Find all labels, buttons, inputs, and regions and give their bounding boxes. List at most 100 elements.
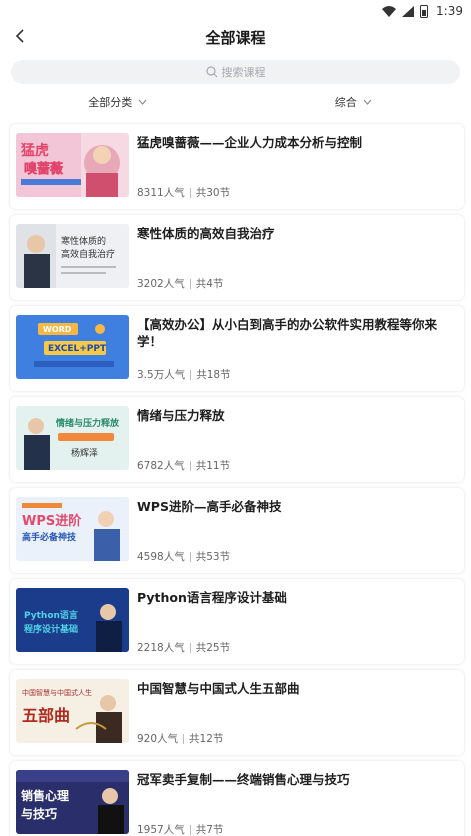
meta-divider bbox=[183, 733, 185, 744]
course-card[interactable]: 销售心理 与技巧 冠军卖手复制——终端销售心理与技巧 1957人气 共7节 bbox=[10, 761, 464, 836]
status-time: 1:39 bbox=[436, 4, 463, 18]
course-thumbnail: 寒性体质的 高效自我治疗 bbox=[16, 224, 129, 288]
course-lessons: 共12节 bbox=[189, 733, 224, 745]
meta-divider bbox=[189, 551, 191, 562]
course-title: 情绪与压力释放 bbox=[137, 408, 225, 423]
chevron-down-icon bbox=[363, 99, 372, 105]
course-info: 猛虎嗅蔷薇——企业人力成本分析与控制 8311人气 共30节 bbox=[137, 133, 456, 200]
svg-text:五部曲: 五部曲 bbox=[22, 706, 70, 725]
course-lessons: 共4节 bbox=[195, 278, 224, 290]
svg-text:杨辉泽: 杨辉泽 bbox=[71, 447, 98, 459]
course-meta: 4598人气 共53节 bbox=[137, 549, 456, 564]
meta-divider bbox=[190, 369, 192, 380]
course-info: 【高效办公】从小白到高手的办公软件实用教程等你来学！ 3.5万人气 共18节 bbox=[137, 315, 456, 382]
meta-divider bbox=[189, 278, 191, 289]
status-bar: 1:39 bbox=[0, 0, 471, 22]
course-meta: 1957人气 共7节 bbox=[137, 822, 456, 836]
course-meta: 2218人气 共25节 bbox=[137, 640, 456, 655]
battery-icon bbox=[420, 4, 429, 18]
chevron-left-icon[interactable] bbox=[10, 26, 30, 46]
course-title: WPS进阶—高手必备神技 bbox=[137, 499, 282, 514]
course-info: 中国智慧与中国式人生五部曲 920人气 共12节 bbox=[137, 679, 456, 746]
course-card[interactable]: Python语言 程序设计基础 Python语言程序设计基础 2218人气 共2… bbox=[10, 579, 464, 664]
course-thumbnail: 中国智慧与中国式人生 五部曲 bbox=[16, 679, 129, 743]
svg-text:程序设计基础: 程序设计基础 bbox=[24, 623, 78, 635]
course-meta: 8311人气 共30节 bbox=[137, 185, 456, 200]
course-popularity: 920人气 bbox=[137, 733, 179, 745]
course-thumbnail: 情绪与压力释放 杨辉泽 bbox=[16, 406, 129, 470]
svg-text:中国智慧与中国式人生: 中国智慧与中国式人生 bbox=[22, 688, 92, 697]
course-meta: 3.5万人气 共18节 bbox=[137, 367, 456, 382]
svg-text:猛虎: 猛虎 bbox=[20, 142, 49, 159]
svg-text:销售心理: 销售心理 bbox=[21, 788, 69, 803]
chevron-down-icon bbox=[138, 99, 147, 105]
course-thumbnail: Python语言 程序设计基础 bbox=[16, 588, 129, 652]
course-meta: 920人气 共12节 bbox=[137, 731, 456, 746]
course-popularity: 3202人气 bbox=[137, 278, 185, 290]
signal-icon bbox=[402, 5, 415, 17]
course-title: 寒性体质的高效自我治疗 bbox=[137, 226, 275, 241]
course-card[interactable]: WPS进阶 高手必备神技 WPS进阶—高手必备神技 4598人气 共53节 bbox=[10, 488, 464, 573]
course-info: 寒性体质的高效自我治疗 3202人气 共4节 bbox=[137, 224, 456, 291]
course-lessons: 共53节 bbox=[195, 551, 231, 563]
app-screen: 1:39 全部课程 搜索课程 全部分类 综合 猛虎 嗅蔷薇 猛虎嗅蔷薇——企业人… bbox=[0, 0, 471, 836]
course-info: 情绪与压力释放 6782人气 共11节 bbox=[137, 406, 456, 473]
course-card[interactable]: 寒性体质的 高效自我治疗 寒性体质的高效自我治疗 3202人气 共4节 bbox=[10, 215, 464, 300]
course-title: Python语言程序设计基础 bbox=[137, 590, 287, 605]
svg-text:嗅蔷薇: 嗅蔷薇 bbox=[24, 161, 63, 177]
svg-text:WPS进阶: WPS进阶 bbox=[22, 513, 82, 529]
course-thumbnail: WORD EXCEL+PPT bbox=[16, 315, 129, 379]
course-card[interactable]: 中国智慧与中国式人生 五部曲 中国智慧与中国式人生五部曲 920人气 共12节 bbox=[10, 670, 464, 755]
meta-divider bbox=[189, 642, 191, 653]
course-thumbnail: WPS进阶 高手必备神技 bbox=[16, 497, 129, 561]
course-meta: 3202人气 共4节 bbox=[137, 276, 456, 291]
course-popularity: 6782人气 bbox=[137, 460, 185, 472]
status-icons bbox=[382, 4, 429, 18]
svg-text:WORD: WORD bbox=[43, 325, 72, 334]
filter-sort[interactable]: 综合 bbox=[236, 94, 471, 110]
course-popularity: 4598人气 bbox=[137, 551, 185, 563]
filter-sort-label: 综合 bbox=[334, 96, 357, 109]
page-title: 全部课程 bbox=[205, 28, 266, 47]
svg-text:Python语言: Python语言 bbox=[24, 609, 78, 621]
course-title: 冠军卖手复制——终端销售心理与技巧 bbox=[137, 772, 350, 787]
course-lessons: 共11节 bbox=[195, 460, 231, 472]
search-icon bbox=[205, 66, 217, 78]
course-popularity: 3.5万人气 bbox=[137, 369, 186, 381]
filter-bar: 全部分类 综合 bbox=[0, 84, 471, 120]
course-info: WPS进阶—高手必备神技 4598人气 共53节 bbox=[137, 497, 456, 564]
course-lessons: 共18节 bbox=[196, 369, 231, 381]
course-thumbnail: 猛虎 嗅蔷薇 bbox=[16, 133, 129, 197]
course-card[interactable]: 猛虎 嗅蔷薇 猛虎嗅蔷薇——企业人力成本分析与控制 8311人气 共30节 bbox=[10, 124, 464, 209]
course-lessons: 共7节 bbox=[195, 824, 224, 836]
course-title: 中国智慧与中国式人生五部曲 bbox=[137, 681, 300, 696]
svg-text:寒性体质的: 寒性体质的 bbox=[61, 235, 106, 247]
meta-divider bbox=[189, 460, 191, 471]
meta-divider bbox=[189, 824, 191, 835]
svg-text:EXCEL+PPT: EXCEL+PPT bbox=[48, 344, 107, 354]
course-popularity: 8311人气 bbox=[137, 187, 185, 199]
course-title: 猛虎嗅蔷薇——企业人力成本分析与控制 bbox=[137, 135, 363, 150]
course-info: 冠军卖手复制——终端销售心理与技巧 1957人气 共7节 bbox=[137, 770, 456, 836]
course-lessons: 共25节 bbox=[195, 642, 231, 654]
meta-divider bbox=[189, 187, 191, 198]
course-card[interactable]: 情绪与压力释放 杨辉泽 情绪与压力释放 6782人气 共11节 bbox=[10, 397, 464, 482]
course-popularity: 2218人气 bbox=[137, 642, 185, 654]
course-title: 【高效办公】从小白到高手的办公软件实用教程等你来学！ bbox=[137, 317, 438, 349]
search-placeholder: 搜索课程 bbox=[221, 66, 266, 79]
search-input[interactable]: 搜索课程 bbox=[11, 60, 460, 84]
wifi-icon bbox=[382, 5, 397, 17]
svg-text:与技巧: 与技巧 bbox=[21, 806, 57, 821]
search-wrap: 搜索课程 bbox=[0, 52, 471, 84]
svg-text:高手必备神技: 高手必备神技 bbox=[22, 531, 77, 543]
nav-bar: 全部课程 bbox=[0, 22, 471, 52]
filter-category-label: 全部分类 bbox=[88, 96, 133, 109]
course-card[interactable]: WORD EXCEL+PPT 【高效办公】从小白到高手的办公软件实用教程等你来学… bbox=[10, 306, 464, 391]
course-meta: 6782人气 共11节 bbox=[137, 458, 456, 473]
course-info: Python语言程序设计基础 2218人气 共25节 bbox=[137, 588, 456, 655]
svg-text:高效自我治疗: 高效自我治疗 bbox=[61, 248, 115, 260]
svg-text:情绪与压力释放: 情绪与压力释放 bbox=[55, 417, 120, 429]
course-list: 猛虎 嗅蔷薇 猛虎嗅蔷薇——企业人力成本分析与控制 8311人气 共30节 寒性… bbox=[0, 124, 471, 836]
filter-category[interactable]: 全部分类 bbox=[0, 94, 236, 110]
course-lessons: 共30节 bbox=[195, 187, 231, 199]
